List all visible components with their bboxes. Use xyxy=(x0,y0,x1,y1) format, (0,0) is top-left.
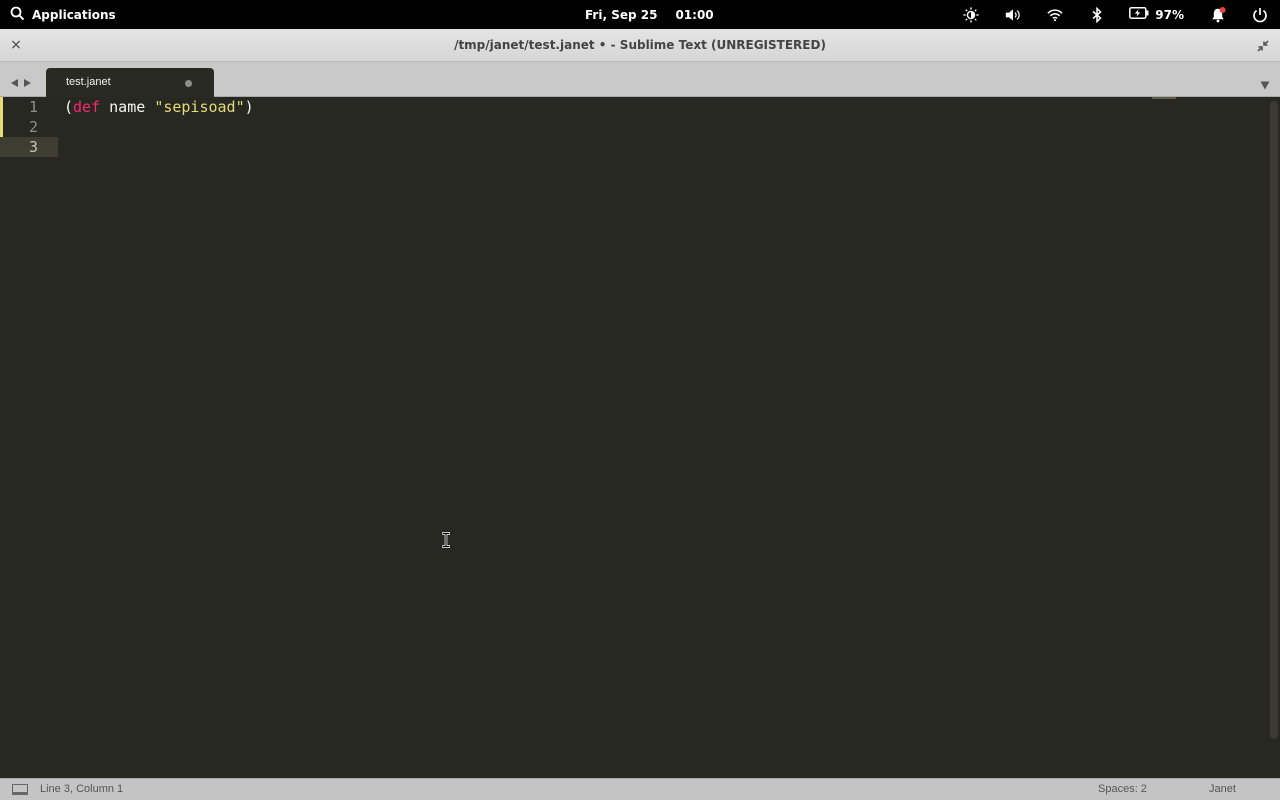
text-cursor-icon xyxy=(440,532,452,548)
battery-indicator[interactable]: 97% xyxy=(1129,7,1184,22)
system-tray: 97% xyxy=(963,0,1268,29)
symbol-token: name xyxy=(109,98,146,116)
power-icon[interactable] xyxy=(1252,7,1268,23)
date-label: Fri, Sep 25 xyxy=(585,7,658,22)
tab-scroll-left-icon[interactable] xyxy=(10,73,19,92)
time-label: 01:00 xyxy=(675,7,714,22)
restore-window-icon[interactable] xyxy=(1256,38,1270,52)
applications-menu[interactable]: Applications xyxy=(10,0,116,29)
cursor-position: Line 3, Column 1 xyxy=(40,783,124,795)
volume-icon[interactable] xyxy=(1005,7,1021,23)
status-bar: Line 3, Column 1 Spaces: 2 Janet xyxy=(0,778,1280,800)
wifi-icon[interactable] xyxy=(1047,7,1063,23)
battery-icon xyxy=(1129,7,1149,22)
line-number: 2 xyxy=(28,118,38,136)
tab-list-dropdown-icon[interactable] xyxy=(1260,75,1270,94)
brightness-icon[interactable] xyxy=(963,6,979,23)
paren: ( xyxy=(64,98,74,116)
tab-bar: test.janet xyxy=(0,62,1280,98)
syntax-selector[interactable]: Janet xyxy=(1209,783,1236,795)
tab-test-janet[interactable]: test.janet xyxy=(46,68,214,98)
line-gutter: 1 2 3 xyxy=(0,97,60,778)
paren: ) xyxy=(244,98,254,116)
code-line[interactable]: (def name "sepisoad") xyxy=(64,97,254,117)
indentation-setting[interactable]: Spaces: 2 xyxy=(1098,783,1147,795)
string-token: "sepisoad" xyxy=(154,98,245,116)
window-title-bar: × /tmp/janet/test.janet • - Sublime Text… xyxy=(0,29,1280,62)
system-top-bar: Applications Fri, Sep 25 01:00 97% xyxy=(0,0,1280,29)
modified-dot-icon[interactable] xyxy=(185,80,192,87)
line-number-current: 3 xyxy=(0,137,58,157)
bluetooth-icon[interactable] xyxy=(1089,6,1105,23)
keyword-token: def xyxy=(73,98,101,116)
window-title: /tmp/janet/test.janet • - Sublime Text (… xyxy=(454,38,826,52)
date-time[interactable]: Fri, Sep 25 01:00 xyxy=(585,0,714,29)
minimap-viewport[interactable] xyxy=(1152,97,1176,99)
tab-label: test.janet xyxy=(66,76,111,88)
notification-icon[interactable] xyxy=(1210,6,1226,23)
vertical-scrollbar[interactable] xyxy=(1270,101,1278,739)
code-editor[interactable]: 1 2 3 (def name "sepisoad") xyxy=(0,97,1280,778)
search-icon xyxy=(10,6,25,24)
applications-label: Applications xyxy=(32,7,116,22)
battery-percent: 97% xyxy=(1155,7,1184,22)
panel-toggle-icon[interactable] xyxy=(12,784,28,795)
tab-navigation xyxy=(10,73,32,92)
tab-scroll-right-icon[interactable] xyxy=(23,73,32,92)
line-number: 1 xyxy=(28,98,38,116)
